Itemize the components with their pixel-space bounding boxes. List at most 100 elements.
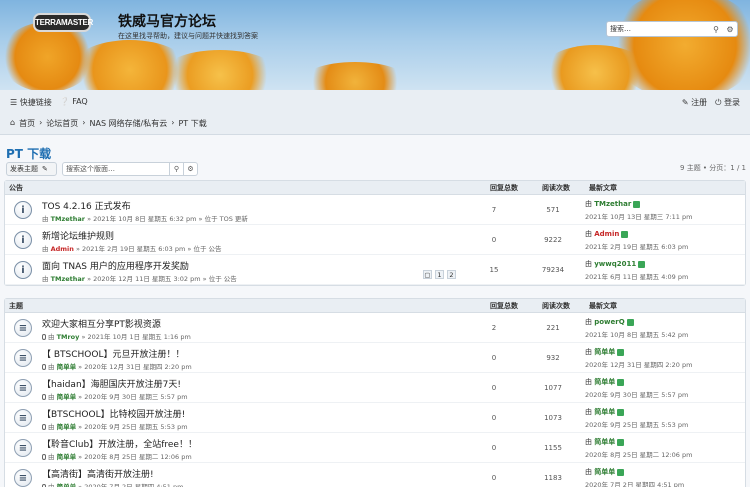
last-post-time: 2021年 10月 13日 星期三 7:11 pm — [585, 213, 693, 221]
topic-date: » 2020年 8月 25日 星期二 12:06 pm — [78, 453, 192, 461]
last-author-link[interactable]: powerQ — [594, 318, 624, 326]
goto-last-post-icon[interactable] — [633, 200, 641, 208]
last-post-author: 由 ywwq2011 — [585, 259, 646, 269]
terramaster-logo[interactable]: TERRAMASTER — [33, 13, 93, 32]
login-link[interactable]: ⏻ 登录 — [715, 97, 740, 108]
site-search: 搜索… ⚲ ⚙ — [606, 21, 738, 37]
goto-last-post-icon[interactable] — [621, 230, 629, 238]
topic-meta: 由 简单单 » 2020年 7月 2日 星期四 4:51 pm — [42, 481, 183, 487]
announcement-row: i 新增论坛维护规则由 Admin » 2021年 2月 19日 星期五 6:03… — [5, 225, 745, 255]
topic-row: ≡ 【聆音Club】开放注册，全站free！！由 简单单 » 2020年 8月 2… — [5, 433, 745, 463]
last-author-link[interactable]: 简单单 — [594, 438, 615, 446]
author-link[interactable]: 简单单 — [57, 363, 77, 371]
page-link[interactable]: 1 — [435, 270, 444, 279]
author-link[interactable]: TMzethar — [51, 275, 85, 283]
by-label: 由 — [42, 215, 49, 223]
page-title[interactable]: PT 下载 — [6, 145, 51, 162]
last-author-link[interactable]: 简单单 — [594, 408, 615, 416]
breadcrumb-home[interactable]: 首页 — [19, 118, 35, 129]
last-post-time: 2021年 10月 8日 星期五 5:42 pm — [585, 331, 689, 339]
author-link[interactable]: 简单单 — [57, 453, 77, 461]
goto-last-post-icon[interactable] — [617, 468, 625, 476]
topic-date: » 2021年 10月 8日 星期五 6:32 pm » 位于 TOS 更新 — [87, 215, 248, 223]
pencil-icon: ✎ — [42, 165, 48, 173]
last-author-link[interactable]: ywwq2011 — [594, 260, 636, 268]
search-icon[interactable]: ⚲ — [169, 163, 183, 175]
topic-title-link[interactable]: 欢迎大家相互分享PT影视资源 — [42, 317, 161, 330]
topic-title-link[interactable]: 【聆音Club】开放注册，全站free！！ — [42, 437, 197, 450]
pagination-info: 9 主题 • 分页：1 / 1 — [680, 164, 746, 172]
announcement-icon: i — [14, 201, 32, 219]
topic-title-link[interactable]: TOS 4.2.16 正式发布 — [42, 199, 131, 212]
last-author-link[interactable]: 简单单 — [594, 348, 615, 356]
author-link[interactable]: TMroy — [57, 333, 80, 341]
col-replies: 回复总数 — [490, 301, 518, 310]
goto-last-post-icon[interactable] — [617, 408, 625, 416]
topic-title-link[interactable]: 【 BTSCHOOL】元旦开放注册！！ — [42, 347, 184, 360]
announcements-section: 公告 回复总数 阅读次数 最新文章 i TOS 4.2.16 正式发布由 TMze… — [4, 180, 746, 286]
new-topic-label: 发表主题 — [10, 165, 38, 173]
author-link[interactable]: Admin — [51, 245, 74, 253]
topic-meta: 由 Admin » 2021年 2月 19日 星期五 6:03 pm » 位于 … — [42, 243, 222, 253]
by-label: 由 — [585, 408, 592, 416]
author-link[interactable]: 简单单 — [57, 393, 77, 401]
register-link[interactable]: ✎ 注册 — [682, 97, 707, 108]
topics-header: 主题 回复总数 阅读次数 最新文章 — [5, 299, 745, 313]
edit-icon: ✎ — [681, 98, 689, 107]
goto-last-post-icon[interactable] — [617, 348, 625, 356]
replies-count: 0 — [491, 236, 497, 244]
author-link[interactable]: 简单单 — [57, 423, 77, 431]
author-link[interactable]: 简单单 — [57, 483, 77, 487]
breadcrumb-forum-index[interactable]: 论坛首页 — [46, 118, 78, 129]
site-search-input[interactable]: 搜索… — [607, 24, 709, 34]
attachment-icon — [42, 394, 46, 400]
search-icon[interactable]: ⚲ — [709, 22, 723, 36]
by-label: 由 — [42, 275, 49, 283]
topic-date: » 2021年 10月 1日 星期五 1:16 pm — [81, 333, 191, 341]
autumn-leaves-mid2 — [300, 62, 410, 90]
announcement-row: i TOS 4.2.16 正式发布由 TMzethar » 2021年 10月 8… — [5, 195, 745, 225]
last-author-link[interactable]: TMzethar — [594, 200, 631, 208]
last-post-author: 由 简单单 — [585, 347, 625, 357]
topic-read-icon: ≡ — [14, 319, 32, 337]
forum-search-input[interactable]: 搜索这个版面… — [63, 164, 169, 174]
last-post-author: 由 简单单 — [585, 377, 625, 387]
goto-last-post-icon[interactable] — [617, 378, 625, 386]
last-author-link[interactable]: Admin — [594, 230, 619, 238]
new-topic-button[interactable]: 发表主题 ✎ — [6, 162, 57, 176]
advanced-search-gear-icon[interactable]: ⚙ — [723, 22, 737, 36]
topics-section: 主题 回复总数 阅读次数 最新文章 ≡ 欢迎大家相互分享PT影视资源由 TMroy… — [4, 298, 746, 487]
faq-link[interactable]: ❔ FAQ — [60, 97, 88, 108]
attachment-icon — [42, 424, 46, 430]
topic-title-link[interactable]: 面向 TNAS 用户的应用程序开发奖励 — [42, 259, 189, 272]
goto-last-post-icon[interactable] — [638, 260, 646, 268]
breadcrumb-nas[interactable]: NAS 网络存储/私有云 — [89, 118, 167, 129]
topic-title-link[interactable]: 【高清街】高清街开放注册! — [42, 467, 154, 480]
quick-links-menu[interactable]: ☰ 快捷链接 — [10, 97, 52, 108]
gear-icon[interactable]: ⚙ — [183, 163, 197, 175]
topic-title-link[interactable]: 新增论坛维护规则 — [42, 229, 114, 242]
author-link[interactable]: TMzethar — [51, 215, 85, 223]
goto-last-post-icon[interactable] — [626, 318, 634, 326]
by-label: 由 — [48, 393, 55, 401]
page-link[interactable]: 2 — [447, 270, 456, 279]
breadcrumb-sep: › — [39, 118, 43, 127]
col-last-post: 最新文章 — [589, 301, 617, 310]
header-banner: TERRAMASTER 铁威马官方论坛 在这里找寻帮助，建议与问题并快速找到答案… — [0, 0, 750, 90]
topic-row: ≡ 【高清街】高清街开放注册! 由 简单单 » 2020年 7月 2日 星期四 4:… — [5, 463, 745, 487]
breadcrumb-pt[interactable]: PT 下载 — [178, 118, 206, 129]
views-count: 79234 — [541, 266, 565, 274]
last-author-link[interactable]: 简单单 — [594, 468, 615, 476]
replies-count: 7 — [491, 206, 497, 214]
by-label: 由 — [585, 468, 592, 476]
announcements-header: 公告 回复总数 阅读次数 最新文章 — [5, 181, 745, 195]
replies-count: 0 — [491, 384, 497, 392]
last-author-link[interactable]: 简单单 — [594, 378, 615, 386]
views-count: 221 — [546, 324, 560, 332]
views-count: 571 — [546, 206, 560, 214]
goto-last-post-icon[interactable] — [617, 438, 625, 446]
topic-title-link[interactable]: 【BTSCHOOL】比特校园开放注册! — [42, 407, 185, 420]
topic-meta: 由 TMzethar » 2020年 12月 11日 星期五 3:02 pm »… — [42, 273, 237, 283]
quick-links-label: 快捷链接 — [19, 98, 52, 107]
topic-title-link[interactable]: 【haidan】海胆国庆开放注册7天! — [42, 377, 181, 390]
